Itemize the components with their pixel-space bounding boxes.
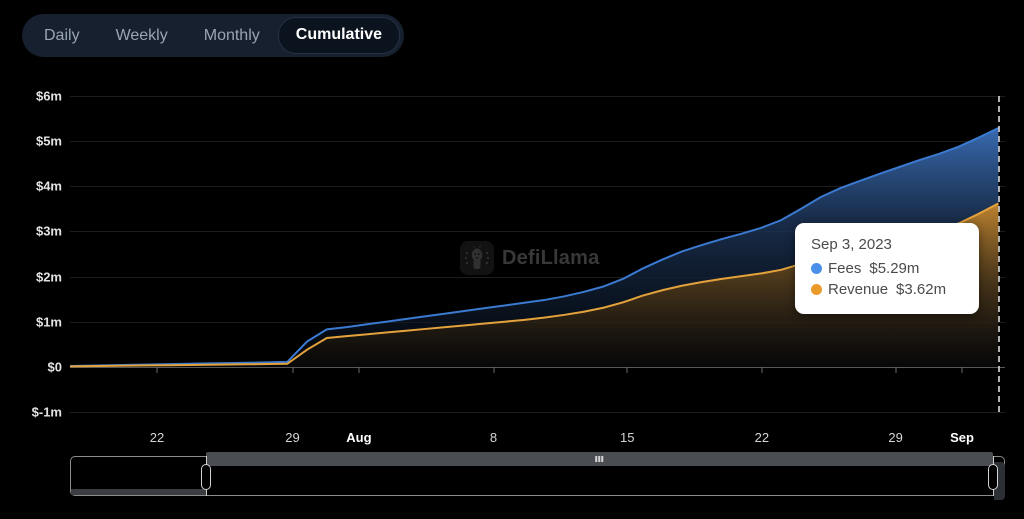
y-axis-label: $2m [35, 269, 62, 285]
y-axis-label: $5m [35, 133, 62, 149]
brush-selection-band[interactable] [205, 452, 993, 466]
y-axis-label: $0 [47, 359, 62, 375]
fees-color-dot [811, 263, 822, 274]
x-axis-label: Sep [950, 430, 974, 445]
y-axis-label: $1m [35, 314, 62, 330]
tab-weekly[interactable]: Weekly [98, 18, 186, 53]
tab-daily[interactable]: Daily [26, 18, 98, 53]
brush-handle-right[interactable] [987, 464, 998, 490]
tooltip-revenue-label: Revenue [828, 281, 889, 298]
tooltip-fees-label: Fees [828, 260, 862, 277]
tooltip-date: Sep 3, 2023 [811, 236, 892, 253]
tooltip-row-fees: Fees $5.29m [811, 258, 963, 279]
y-axis-label: $4m [35, 178, 62, 194]
timeframe-tab-bar: Daily Weekly Monthly Cumulative [22, 14, 405, 57]
x-axis-label: 22 [149, 430, 165, 445]
chart-container: $6m $5m $4m $3m $2m $1m $0 $-1m DefiLlam… [0, 70, 1024, 445]
x-axis-label: 15 [620, 430, 635, 445]
gridline-$-1m [70, 412, 1005, 413]
revenue-color-dot [811, 284, 822, 295]
tab-monthly[interactable]: Monthly [186, 18, 278, 53]
chart-tooltip: Sep 3, 2023 Fees $5.29m Revenue $3.62m [795, 223, 979, 314]
x-axis-label: 8 [489, 430, 498, 445]
range-brush[interactable] [70, 452, 1005, 500]
tooltip-row-revenue: Revenue $3.62m [811, 279, 963, 300]
tooltip-fees-value: $5.29m [869, 260, 920, 277]
drag-grip-icon[interactable] [595, 456, 603, 462]
y-axis-label: $6m [35, 88, 62, 104]
tooltip-revenue-value: $3.62m [896, 281, 947, 298]
y-axis-label: $-1m [31, 404, 62, 420]
x-axis-label: Aug [346, 430, 372, 445]
chart-page: Daily Weekly Monthly Cumulative $6m $5m $4… [0, 0, 1024, 519]
x-axis-label: 22 [754, 430, 770, 445]
y-axis-label: $3m [35, 223, 62, 239]
x-axis-label: 29 [285, 430, 300, 445]
brush-handle-left[interactable] [200, 464, 211, 490]
x-axis-label: 29 [888, 430, 903, 445]
tab-cumulative[interactable]: Cumulative [277, 17, 401, 54]
brush-unselected-left [71, 489, 207, 495]
